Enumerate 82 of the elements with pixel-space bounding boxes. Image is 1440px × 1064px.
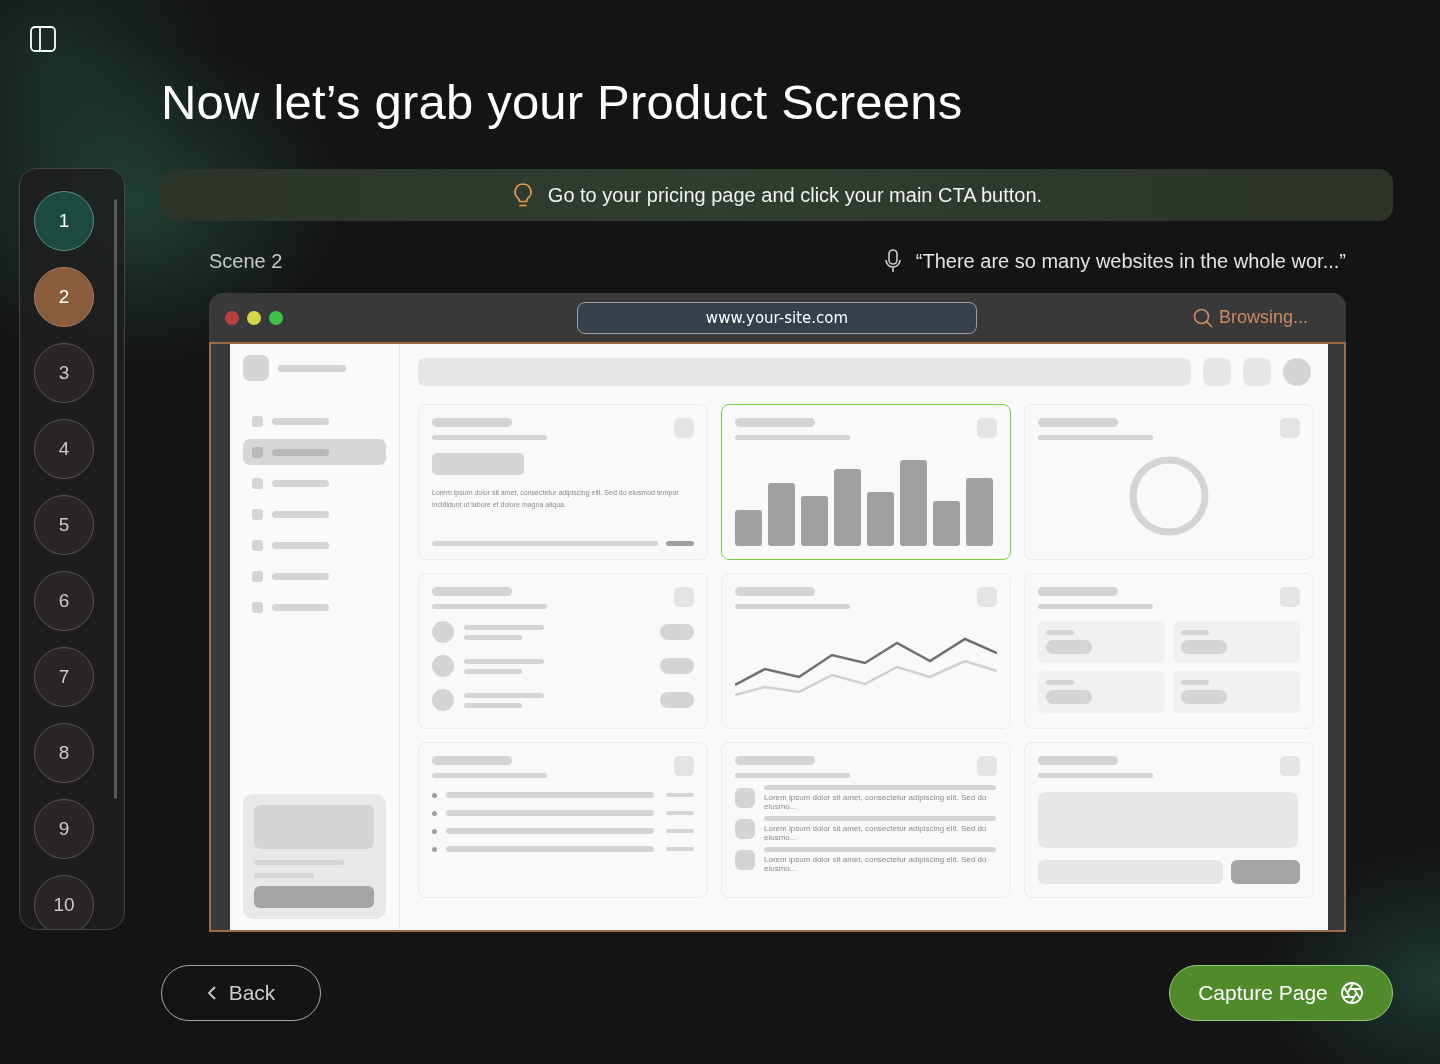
step-button[interactable]: 8 bbox=[34, 723, 94, 783]
lorem-text: Lorem ipsum dolor sit amet, consectetur adipiscing elit. Sed do eiusmo... bbox=[764, 793, 988, 811]
lorem-text: Lorem ipsum dolor sit amet, consectetur adipiscing elit. Sed do eiusmo... bbox=[764, 824, 988, 842]
step-button[interactable]: 10 bbox=[34, 875, 94, 929]
skeleton-icon bbox=[252, 446, 263, 458]
microphone-icon bbox=[883, 249, 902, 273]
step-button[interactable]: 3 bbox=[34, 343, 94, 403]
chart-bar bbox=[966, 478, 993, 546]
skeleton-nav-item[interactable] bbox=[243, 439, 386, 465]
step-button[interactable]: 5 bbox=[34, 495, 94, 555]
skeleton-icon bbox=[252, 415, 263, 427]
skeleton-logo bbox=[243, 355, 269, 381]
skeleton-icon bbox=[252, 477, 263, 489]
search-icon bbox=[1192, 307, 1213, 328]
page-title: Now let’s grab your Product Screens bbox=[161, 74, 963, 130]
skeleton-line bbox=[272, 417, 329, 425]
skeleton-avatar bbox=[432, 655, 454, 677]
skeleton-line bbox=[666, 793, 694, 797]
skeleton-icon bbox=[252, 570, 263, 582]
sidebar-toggle-icon[interactable] bbox=[30, 26, 56, 52]
skeleton-line bbox=[666, 847, 694, 851]
skeleton-avatar bbox=[1283, 358, 1311, 386]
chevron-left-icon bbox=[206, 985, 217, 1001]
step-button[interactable]: 6 bbox=[34, 571, 94, 631]
close-dot bbox=[225, 310, 239, 325]
chart-bar bbox=[801, 496, 828, 546]
skeleton-line bbox=[272, 479, 329, 487]
skeleton-line bbox=[666, 829, 694, 833]
step-button[interactable]: 7 bbox=[34, 647, 94, 707]
skeleton-pill bbox=[1046, 640, 1092, 654]
skeleton-avatar bbox=[432, 621, 454, 643]
skeleton-line bbox=[1046, 680, 1074, 685]
skeleton-line bbox=[666, 541, 694, 546]
skeleton-line bbox=[666, 811, 694, 815]
step-button[interactable]: 9 bbox=[34, 799, 94, 859]
lorem-text: Lorem ipsum dolor sit amet, consectetur adipiscing elit. Sed do eiusmo... bbox=[764, 855, 988, 873]
skeleton-pill bbox=[1181, 640, 1227, 654]
skeleton-line bbox=[272, 541, 329, 549]
skeleton-pill bbox=[1046, 690, 1092, 704]
skeleton-line bbox=[1181, 680, 1209, 685]
voiceover-quote: “There are so many websites in the whole wor...” bbox=[915, 249, 1346, 273]
skeleton-line bbox=[272, 603, 329, 611]
bullet-icon bbox=[432, 810, 437, 816]
skeleton-pill bbox=[660, 692, 694, 708]
skeleton-avatar bbox=[432, 689, 454, 711]
bullet-icon bbox=[432, 846, 437, 852]
skeleton-line bbox=[278, 364, 346, 372]
scene-label: Scene 2 bbox=[209, 249, 283, 273]
skeleton-line bbox=[272, 572, 329, 580]
skeleton-line bbox=[272, 510, 329, 518]
skeleton-icon bbox=[735, 850, 755, 870]
lightbulb-icon bbox=[511, 182, 534, 208]
chart-bar bbox=[867, 492, 894, 546]
skeleton-pill bbox=[660, 658, 694, 674]
skeleton-icon bbox=[252, 508, 263, 520]
skeleton-icon bbox=[252, 539, 263, 551]
maximize-dot bbox=[269, 310, 283, 325]
hint-text: Go to your pricing page and click your main CTA button. bbox=[547, 183, 1043, 207]
skeleton-pill bbox=[1181, 690, 1227, 704]
browsing-status: Browsing... bbox=[1218, 307, 1308, 328]
skeleton-pill bbox=[660, 624, 694, 640]
skeleton-line bbox=[1181, 630, 1209, 635]
chart-bar bbox=[735, 510, 762, 546]
skeleton-line bbox=[272, 448, 329, 456]
skeleton-line bbox=[464, 702, 522, 708]
bullet-icon bbox=[432, 792, 437, 798]
skeleton-icon bbox=[735, 819, 755, 839]
step-button[interactable]: 4 bbox=[34, 419, 94, 479]
skeleton-icon bbox=[735, 788, 755, 808]
bullet-icon bbox=[432, 828, 437, 834]
skeleton-line bbox=[1046, 630, 1074, 635]
skeleton-line bbox=[464, 668, 522, 674]
minimize-dot bbox=[247, 310, 261, 325]
chart-bar bbox=[933, 501, 960, 546]
chart-bar bbox=[768, 483, 795, 546]
skeleton-line bbox=[464, 634, 522, 640]
capture-page-button[interactable]: Capture Page bbox=[1169, 965, 1393, 1021]
aperture-icon bbox=[1339, 981, 1364, 1005]
skeleton-icon bbox=[252, 601, 263, 613]
step-button[interactable]: 1 bbox=[34, 191, 94, 251]
step-button[interactable]: 2 bbox=[34, 267, 94, 327]
url-field: www.your-site.com bbox=[577, 301, 977, 334]
